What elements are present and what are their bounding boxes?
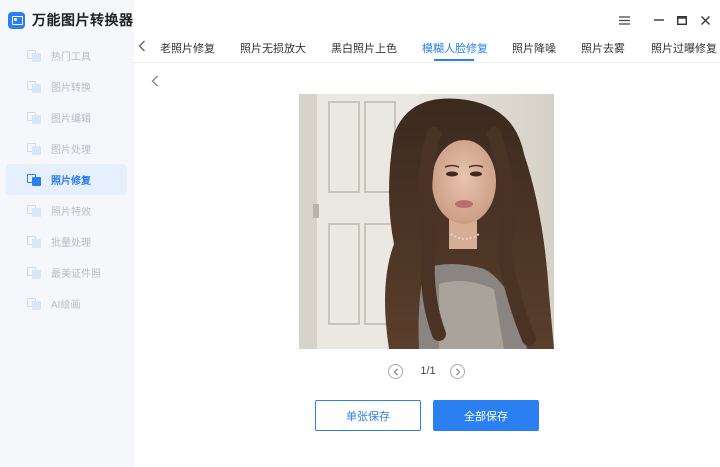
sidebar-item-hot-tools[interactable]: 热门工具 (6, 40, 127, 71)
back-chevron-icon[interactable] (151, 74, 159, 90)
tab-bw-colorize[interactable]: 黑白照片上色 (331, 40, 397, 56)
chevron-left-icon (393, 367, 398, 376)
prev-page-button[interactable] (388, 364, 403, 379)
sidebar-item-label: 图片处理 (51, 145, 91, 156)
save-all-button[interactable]: 全部保存 (433, 400, 539, 431)
sidebar-item-batch-process[interactable]: 批量处理 (6, 226, 127, 257)
tab-old-photo-repair[interactable]: 老照片修复 (160, 40, 215, 56)
sidebar-item-label: AI绘画 (51, 300, 81, 311)
sidebar-item-photo-repair[interactable]: 照片修复 (6, 164, 127, 195)
ai-painting-icon (27, 297, 41, 310)
minimize-icon[interactable] (652, 13, 666, 27)
sidebar-item-image-convert[interactable]: 图片转换 (6, 71, 127, 102)
sidebar: 万能图片转换器 热门工具 图片转换 图片编辑 图片处理 照片修复 照片特效 批量… (0, 0, 134, 467)
tab-lossless-upscale[interactable]: 照片无损放大 (240, 40, 306, 56)
hot-tools-icon (27, 49, 41, 62)
feature-tabs: 老照片修复 照片无损放大 黑白照片上色 模糊人脸修复 照片降噪 照片去雾 照片过… (134, 33, 720, 63)
maximize-icon[interactable] (675, 13, 689, 27)
photo-effects-icon (27, 204, 41, 217)
batch-process-icon (27, 235, 41, 248)
sidebar-item-label: 图片编辑 (51, 114, 91, 125)
app-logo-icon (8, 11, 25, 29)
photo-preview (299, 94, 554, 349)
image-convert-icon (27, 80, 41, 93)
sidebar-item-label: 热门工具 (51, 52, 91, 63)
tabs-prev-chevron-icon[interactable] (138, 39, 150, 55)
sidebar-item-label: 批量处理 (51, 238, 91, 249)
menu-icon[interactable] (617, 13, 631, 27)
app-title: 万能图片转换器 (32, 12, 134, 28)
image-process-icon (27, 142, 41, 155)
active-tab-indicator (434, 59, 474, 61)
sidebar-item-image-edit[interactable]: 图片编辑 (6, 102, 127, 133)
sidebar-item-id-photo[interactable]: 最美证件照 (6, 257, 127, 288)
app-brand: 万能图片转换器 (8, 10, 134, 30)
photo-repair-icon (27, 173, 41, 186)
sidebar-item-label: 照片修复 (51, 176, 91, 187)
tab-photo-denoise[interactable]: 照片降噪 (512, 40, 556, 56)
sidebar-item-ai-painting[interactable]: AI绘画 (6, 288, 127, 319)
sidebar-nav: 热门工具 图片转换 图片编辑 图片处理 照片修复 照片特效 批量处理 最美证件照… (6, 40, 127, 319)
tab-blurry-face-repair[interactable]: 模糊人脸修复 (422, 40, 488, 56)
tab-overexposure-repair[interactable]: 照片过曝修复 (651, 40, 717, 56)
image-edit-icon (27, 111, 41, 124)
sidebar-item-label: 最美证件照 (51, 269, 101, 280)
close-icon[interactable] (698, 13, 712, 27)
sidebar-item-label: 照片特效 (51, 207, 91, 218)
save-single-button[interactable]: 单张保存 (315, 400, 421, 431)
sidebar-item-label: 图片转换 (51, 83, 91, 94)
page-indicator: 1/1 (420, 365, 436, 377)
sidebar-item-photo-effects[interactable]: 照片特效 (6, 195, 127, 226)
next-page-button[interactable] (450, 364, 465, 379)
chevron-right-icon (455, 367, 460, 376)
sidebar-item-image-process[interactable]: 图片处理 (6, 133, 127, 164)
tab-photo-dehaze[interactable]: 照片去雾 (581, 40, 625, 56)
id-photo-icon (27, 266, 41, 279)
